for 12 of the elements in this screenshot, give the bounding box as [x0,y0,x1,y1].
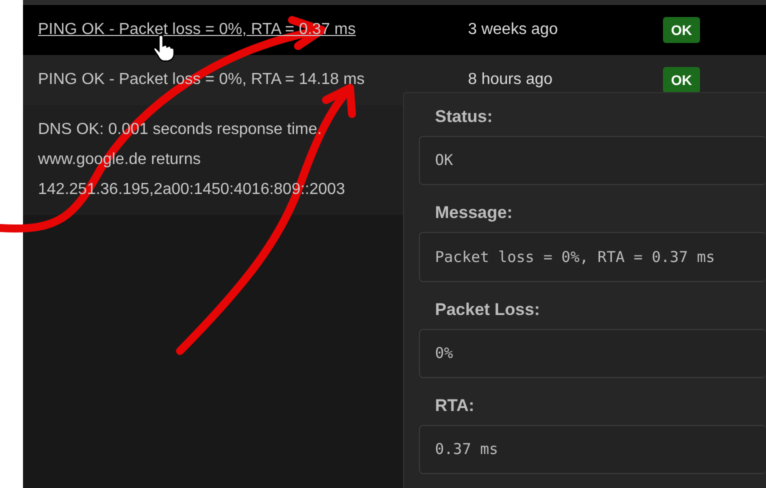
pointer-cursor-icon [152,34,176,62]
field-value: OK [419,136,766,186]
last-change-time: 3 weeks ago [468,20,559,40]
status-badge: OK [663,67,700,93]
field-label: Status: [434,106,494,128]
field-value: Packet loss = 0%, RTA = 0.37 ms [419,232,766,282]
field-value: 0.37 ms [419,424,766,474]
field-label: Packet Loss: [434,298,541,320]
field-value: 0% [419,328,766,378]
field-label: RTA: [434,394,476,417]
last-change-time: 8 hours ago [468,70,554,90]
status-badge: OK [663,17,700,43]
